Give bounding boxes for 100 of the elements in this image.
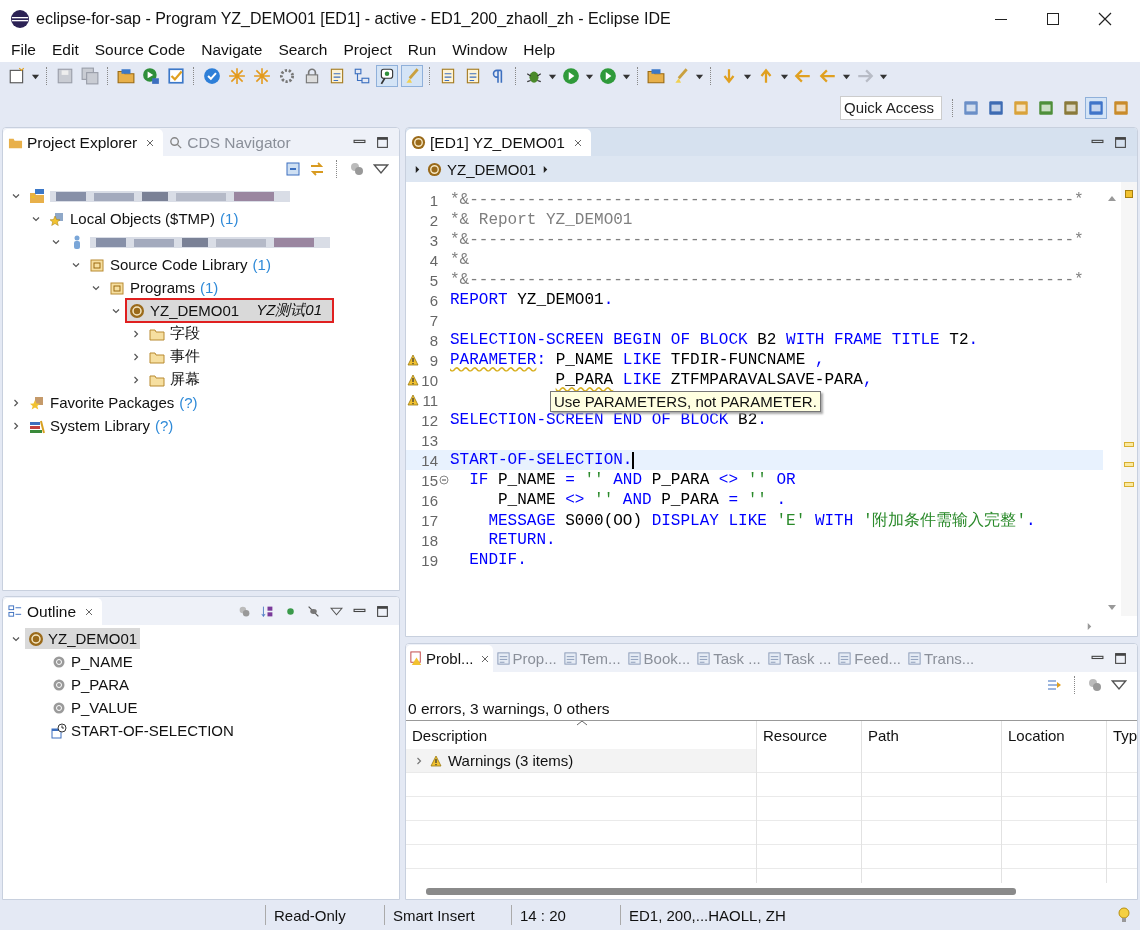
maximize-icon[interactable] xyxy=(1114,136,1127,149)
view-tab[interactable]: Outline xyxy=(3,598,103,625)
document-check-icon[interactable] xyxy=(165,65,187,87)
highlighted-tree-item[interactable]: YZ_DEMO01 YZ测试01 xyxy=(125,298,335,323)
outline-icon xyxy=(8,604,23,619)
item-count: (1) xyxy=(252,256,271,273)
tree-item[interactable]: Programs xyxy=(130,279,196,296)
tree-item[interactable]: YZ_DEMO01 xyxy=(150,302,240,319)
view-menu-icon[interactable] xyxy=(330,605,343,618)
code-line: REPORT YZ_DEMO01. xyxy=(450,291,614,309)
eclipse-logo-icon xyxy=(10,9,30,29)
quick-access-field[interactable]: Quick Access xyxy=(840,95,942,120)
tree-item[interactable]: Local Objects ($TMP) xyxy=(70,210,216,227)
maximize-icon[interactable] xyxy=(376,605,389,618)
line-number: 13 xyxy=(420,431,438,449)
outline-item[interactable]: P_NAME xyxy=(71,653,133,670)
code-line: P_PARA LIKE ZTFMPARAVALSAVE-PARA, xyxy=(555,371,873,389)
view-tab[interactable]: Probl... xyxy=(406,645,493,672)
column-header[interactable]: Path xyxy=(868,726,899,744)
line-number: 8 xyxy=(428,331,438,349)
item-count: (?) xyxy=(179,394,198,411)
hide-icon[interactable] xyxy=(307,605,320,618)
sort-caret-icon xyxy=(576,721,588,726)
tree-item[interactable]: 屏幕 xyxy=(170,370,200,389)
code-line: ENDIF. xyxy=(468,551,527,569)
column-header[interactable]: Description xyxy=(412,726,488,744)
page-icon xyxy=(562,651,578,666)
tree-item[interactable]: Favorite Packages xyxy=(50,394,175,411)
maximize-icon[interactable] xyxy=(1046,12,1060,26)
fold-toggle-icon[interactable] xyxy=(439,475,449,485)
menu-item[interactable]: Navigate xyxy=(193,41,271,59)
line-number: 17 xyxy=(420,511,438,529)
column-header[interactable]: Location xyxy=(1008,726,1065,744)
link-editor-icon[interactable] xyxy=(309,161,325,177)
maximize-icon[interactable] xyxy=(1114,652,1127,665)
down-arrow-icon[interactable] xyxy=(1107,604,1117,612)
line-number: 11 xyxy=(421,391,438,409)
page-icon xyxy=(766,651,782,666)
menu-item[interactable]: Project xyxy=(335,41,400,59)
menu-item[interactable]: Edit xyxy=(44,41,87,59)
code-line: *&---------------------------------------------------------------* xyxy=(450,191,1084,209)
menu-item[interactable]: Run xyxy=(399,41,445,59)
outline-item[interactable]: P_PARA xyxy=(71,676,130,693)
problems-icon xyxy=(409,651,424,666)
right-arrow-icon[interactable] xyxy=(542,164,550,174)
breadcrumb-item[interactable]: YZ_DEMO01 xyxy=(427,160,537,178)
outline-item[interactable]: YZ_DEMO01 xyxy=(25,628,141,649)
tree-item[interactable]: Source Code Library xyxy=(110,256,248,273)
tree-item[interactable]: 事件 xyxy=(170,347,200,366)
up-arrow-icon[interactable] xyxy=(1107,194,1117,202)
menu-item[interactable]: Help xyxy=(515,41,564,59)
item-count: (1) xyxy=(220,210,239,227)
line-number: 3 xyxy=(428,231,438,249)
page-icon xyxy=(907,651,922,666)
menu-item[interactable]: Search xyxy=(270,41,336,59)
run-icon[interactable] xyxy=(140,65,162,87)
code-line: SELECTION-SCREEN END OF BLOCK B2. xyxy=(450,411,767,429)
status-field: Smart Insert xyxy=(384,905,511,925)
outline-item[interactable]: P_VALUE xyxy=(71,699,138,716)
collapse-all-icon[interactable] xyxy=(285,161,301,177)
tree-item[interactable]: 字段 xyxy=(170,324,200,343)
code-line: START-OF-SELECTION. xyxy=(450,451,633,469)
warning-marker-icon[interactable] xyxy=(1124,442,1134,447)
page-icon xyxy=(626,651,642,666)
close-icon[interactable] xyxy=(1098,12,1112,26)
package-folder-icon xyxy=(109,279,125,296)
scrollbar-thumb[interactable] xyxy=(426,887,1016,895)
sort-icon[interactable] xyxy=(261,605,274,618)
page-icon xyxy=(696,651,712,666)
line-number: 1 xyxy=(428,191,438,209)
package-folder-icon xyxy=(89,256,105,273)
line-number: 18 xyxy=(420,531,438,549)
run-icon[interactable] xyxy=(560,65,582,87)
filter-icon[interactable] xyxy=(238,605,251,618)
menu-item[interactable]: File xyxy=(3,41,44,59)
column-header[interactable]: Resource xyxy=(763,726,828,744)
warning-group-row[interactable]: Warnings (3 items) xyxy=(406,749,756,772)
problems-summary: 0 errors, 3 warnings, 0 others xyxy=(406,698,1137,721)
outline-item[interactable]: START-OF-SELECTION xyxy=(71,722,234,739)
right-arrow-icon[interactable] xyxy=(414,164,421,174)
tree-item[interactable]: System Library xyxy=(50,417,151,434)
check-icon[interactable] xyxy=(201,65,223,87)
warning-marker-icon[interactable] xyxy=(1124,462,1134,467)
item-description: YZ测试01 xyxy=(256,301,323,320)
warning-group[interactable]: Warnings (3 items) xyxy=(448,752,574,769)
dot-icon[interactable] xyxy=(284,605,297,618)
warning-marker-icon[interactable] xyxy=(1124,482,1134,487)
item-count: (?) xyxy=(155,417,174,434)
maximize-icon[interactable] xyxy=(376,136,389,149)
perspective-icon[interactable] xyxy=(1085,96,1107,119)
menu-item[interactable]: Source Code xyxy=(86,41,194,59)
editor-tab[interactable]: [ED1] YZ_DEMO01 xyxy=(406,129,591,156)
window-title: eclipse-for-sap - Program YZ_DEMO01 [ED1] - active - ED1_200_zhaoll_zh - Eclipse IDE xyxy=(36,10,672,28)
line-number: 10 xyxy=(420,371,438,389)
column-header[interactable]: Typ xyxy=(1113,726,1137,744)
run-icon[interactable] xyxy=(597,65,619,87)
view-tab[interactable]: Project Explorer xyxy=(3,129,164,156)
filter-icon[interactable] xyxy=(349,161,365,177)
menu-item[interactable]: Window xyxy=(444,41,516,59)
filter-icon[interactable] xyxy=(1087,677,1103,693)
